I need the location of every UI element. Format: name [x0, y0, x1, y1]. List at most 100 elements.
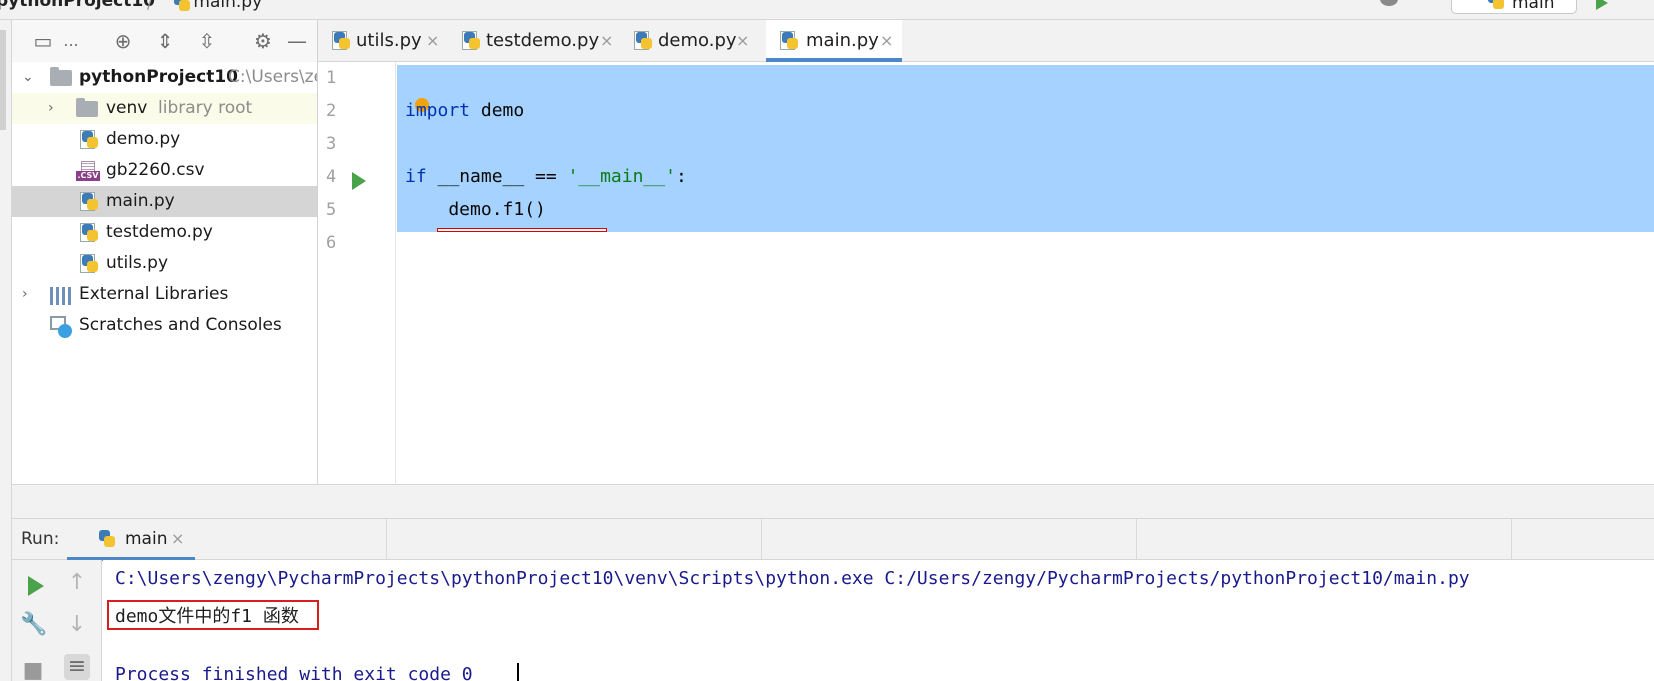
tree-item-project-root[interactable]: ⌄ pythonProject10 C:\Users\zengy\Pycharm…	[12, 62, 318, 93]
code-editor[interactable]: import demo if __name__ == '__main__': d…	[397, 62, 1654, 484]
python-file-icon	[462, 31, 482, 51]
run-panel-title: Run:	[21, 529, 60, 549]
tab-label: testdemo.py	[486, 30, 600, 51]
tree-item-path: C:\Users\zengy\PycharmProjects\pythonPro…	[228, 67, 318, 87]
tree-item-scratches[interactable]: Scratches and Consoles	[12, 310, 317, 341]
run-tab-label: main	[125, 529, 168, 549]
soft-wrap-icon[interactable]: ≡	[64, 654, 90, 680]
project-panel: ▭ ... ⊕ ⇕ ⇳ ⚙ — ⌄ pythonProject10 C:\Use…	[12, 20, 318, 517]
view-mode-icon[interactable]: ▭	[30, 30, 56, 52]
folder-icon	[50, 67, 72, 86]
python-file-icon	[80, 130, 100, 150]
run-tab-main[interactable]: main ×	[67, 519, 195, 561]
breadcrumb: pythonProject10 / main.py main	[0, 0, 1654, 20]
user-icon[interactable]	[1380, 0, 1398, 6]
stop-icon[interactable]: ■	[20, 658, 46, 681]
locate-file-icon[interactable]: ⊕	[112, 30, 134, 52]
tree-item-label: testdemo.py	[106, 222, 213, 242]
chevron-right-icon[interactable]: ›	[22, 279, 36, 310]
project-tool-window-button[interactable]	[0, 30, 6, 130]
python-file-icon	[80, 192, 100, 212]
divider	[1511, 519, 1512, 561]
tree-item-main-py[interactable]: main.py	[12, 186, 317, 217]
close-icon[interactable]: ×	[736, 20, 749, 62]
tree-item-label: Scratches and Consoles	[79, 315, 282, 335]
python-file-icon	[780, 31, 800, 51]
code-line-5: demo.f1()	[405, 199, 546, 220]
editor-tabs: utils.py × testdemo.py × demo.py × main.…	[318, 20, 1654, 62]
up-arrow-icon[interactable]: ↑	[64, 570, 90, 596]
breadcrumb-file[interactable]: main.py	[172, 0, 262, 12]
line-number: 3	[326, 134, 337, 154]
editor-gutter[interactable]: 1 2 3 4 5 6	[318, 62, 396, 484]
python-file-icon	[172, 0, 190, 11]
tree-item-hint: library root	[158, 98, 253, 118]
chevron-down-icon[interactable]: ⌄	[22, 62, 36, 93]
tree-item-gb2260-csv[interactable]: .CSV gb2260.csv	[12, 155, 317, 186]
minimize-icon[interactable]: —	[286, 30, 308, 52]
text-caret	[517, 663, 519, 681]
collapse-all-icon[interactable]: ⇳	[196, 30, 218, 52]
tree-item-testdemo-py[interactable]: testdemo.py	[12, 217, 317, 248]
panel-splitter[interactable]	[12, 484, 1654, 518]
scratches-icon	[50, 316, 72, 338]
line-number: 6	[326, 233, 337, 253]
output-highlight-box	[107, 600, 319, 630]
console-exit-line: Process finished with exit code 0	[115, 664, 473, 681]
python-file-icon	[80, 223, 100, 243]
tree-item-demo-py[interactable]: demo.py	[12, 124, 317, 155]
tree-item-label: External Libraries	[79, 284, 229, 304]
view-mode-label[interactable]: ...	[58, 30, 84, 52]
run-icon[interactable]	[1596, 0, 1608, 10]
rerun-icon[interactable]	[28, 576, 44, 596]
tab-label: utils.py	[356, 30, 422, 51]
divider	[1136, 519, 1137, 561]
tab-main-py[interactable]: main.py ×	[766, 20, 902, 62]
tree-item-utils-py[interactable]: utils.py	[12, 248, 317, 279]
divider	[386, 519, 387, 561]
text-selection	[397, 65, 1654, 232]
tree-item-label: venv	[106, 98, 148, 118]
folder-icon	[76, 98, 98, 117]
tab-utils-py[interactable]: utils.py ×	[330, 20, 448, 62]
python-file-icon	[332, 31, 352, 51]
tab-testdemo-py[interactable]: testdemo.py ×	[460, 20, 620, 62]
library-icon	[50, 287, 72, 305]
code-line-4: if __name__ == '__main__':	[405, 166, 687, 187]
python-icon	[97, 529, 117, 549]
close-icon[interactable]: ×	[171, 529, 184, 548]
close-icon[interactable]: ×	[880, 20, 893, 62]
breadcrumb-separator: /	[147, 0, 153, 12]
tab-label: main.py	[806, 30, 879, 51]
wrench-icon[interactable]: 🔧	[20, 612, 47, 638]
tree-item-label: utils.py	[106, 253, 168, 273]
down-arrow-icon[interactable]: ↓	[64, 612, 90, 638]
left-tool-strip	[0, 20, 12, 681]
tree-item-external-libraries[interactable]: › External Libraries	[12, 279, 317, 310]
breadcrumb-project[interactable]: pythonProject10	[0, 0, 155, 11]
console-command-line: C:\Users\zengy\PycharmProjects\pythonPro…	[115, 568, 1470, 589]
python-icon	[1486, 0, 1506, 11]
csv-file-icon: .CSV	[76, 161, 100, 181]
run-configuration-selector[interactable]: main	[1451, 0, 1577, 14]
close-icon[interactable]: ×	[600, 20, 613, 62]
divider	[761, 519, 762, 561]
run-console[interactable]: C:\Users\zengy\PycharmProjects\pythonPro…	[103, 560, 1654, 681]
line-number: 5	[326, 200, 337, 220]
run-panel-header: Run: main ×	[12, 518, 1654, 561]
line-number: 1	[326, 68, 337, 88]
run-gutter-icon[interactable]	[352, 172, 366, 190]
tab-label: demo.py	[658, 30, 737, 51]
run-configuration-label: main	[1512, 0, 1555, 13]
tab-demo-py[interactable]: demo.py ×	[632, 20, 758, 62]
close-icon[interactable]: ×	[426, 20, 439, 62]
expand-all-icon[interactable]: ⇕	[154, 30, 176, 52]
tree-item-venv[interactable]: › venv library root	[12, 93, 317, 124]
python-file-icon	[634, 31, 654, 51]
line-number: 2	[326, 101, 337, 121]
gear-icon[interactable]: ⚙	[252, 30, 274, 52]
project-toolbar: ▭ ... ⊕ ⇕ ⇳ ⚙ —	[12, 20, 317, 62]
tree-item-label: demo.py	[106, 129, 181, 149]
run-toolbar: ↑ 🔧 ↓ ≡ ■	[12, 560, 102, 681]
chevron-right-icon[interactable]: ›	[48, 93, 62, 124]
